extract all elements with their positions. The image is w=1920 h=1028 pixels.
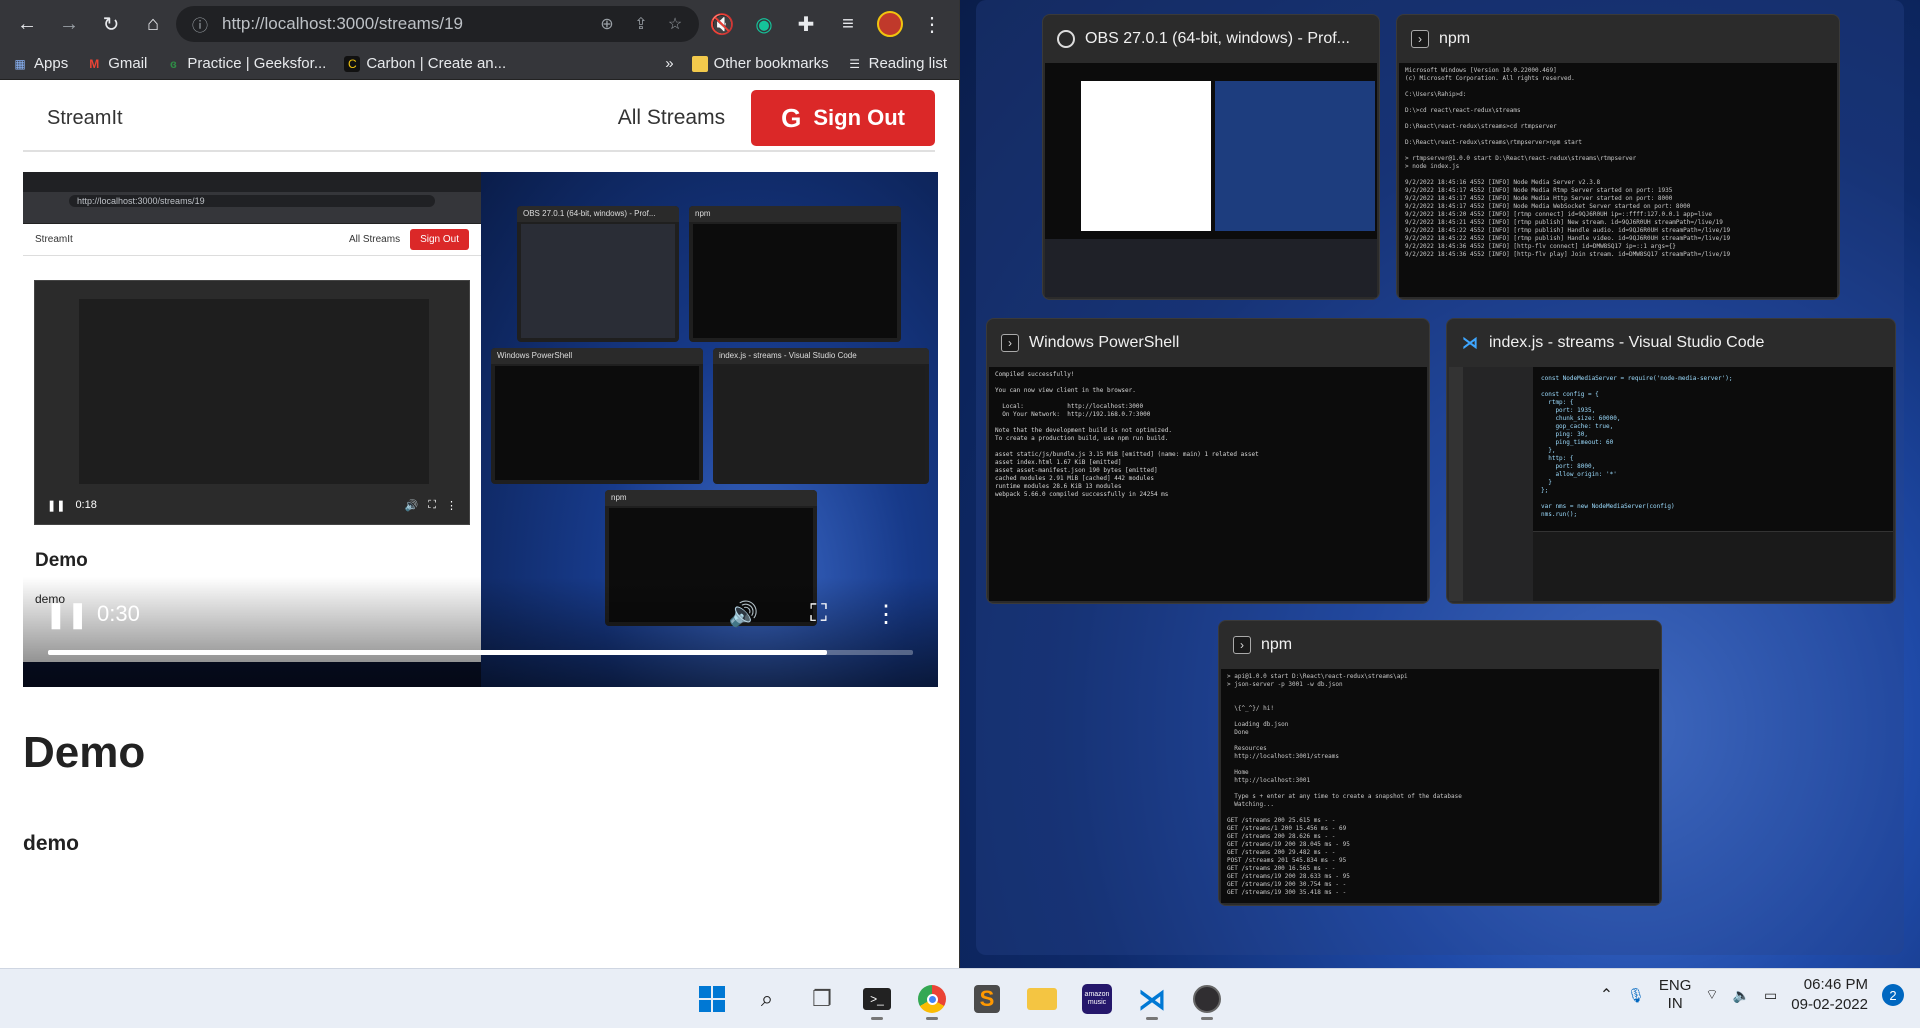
task-view-icon[interactable]: ❐	[800, 977, 844, 1021]
brand-link[interactable]: StreamIt	[23, 107, 123, 130]
sign-out-button[interactable]: G Sign Out	[751, 90, 935, 146]
window-title: index.js - streams - Visual Studio Code	[1489, 334, 1765, 351]
window-preview: const NodeMediaServer = require('node-me…	[1449, 367, 1893, 601]
all-streams-link[interactable]: All Streams	[618, 106, 725, 130]
pause-icon[interactable]: ❚❚	[45, 599, 89, 630]
system-tray: ⌃ 🎙 ENG IN ⌔ 🔈 ▭ 06:46 PM 09-02-2022 2	[1600, 975, 1904, 1015]
snap-window-npm[interactable]: › npm Microsoft Windows [Version 10.0.22…	[1396, 14, 1840, 300]
stream-title: Demo	[23, 728, 146, 777]
media-control-icon[interactable]: ≡	[829, 5, 867, 43]
bookmark-star-icon[interactable]: ☆	[663, 14, 687, 34]
code-editor: const NodeMediaServer = require('node-me…	[1541, 375, 1733, 518]
reading-list-icon: ☰	[849, 56, 860, 71]
terminal-output: Microsoft Windows [Version 10.0.22000.46…	[1405, 67, 1731, 258]
snap-window-npm-api[interactable]: › npm > api@1.0.0 start D:\React\react-r…	[1218, 620, 1662, 906]
more-options-icon[interactable]: ⋮	[856, 600, 916, 629]
page-content: StreamIt All Streams G Sign Out http://l…	[0, 80, 958, 968]
grammarly-extension-icon[interactable]: ◉	[745, 5, 783, 43]
microphone-icon[interactable]: 🎙	[1627, 987, 1645, 1004]
wifi-icon[interactable]: ⌔	[1705, 986, 1718, 1004]
mute-tab-icon[interactable]: 🔇	[703, 5, 741, 43]
video-progress-bar[interactable]	[48, 650, 913, 655]
share-icon[interactable]: ⇪	[629, 14, 653, 34]
speaker-icon[interactable]: 🔈	[1733, 987, 1750, 1004]
search-icon[interactable]: ⌕	[745, 977, 789, 1021]
fullscreen-icon[interactable]: ⛶	[781, 600, 856, 628]
window-title: npm	[1261, 636, 1293, 653]
terminal-output: Compiled successfully! You can now view …	[995, 371, 1259, 498]
bookmarks-overflow[interactable]: »	[665, 55, 673, 72]
video-controls: ❚❚ 0:30 🔊 ⛶ ⋮	[23, 584, 938, 644]
menu-kebab-icon[interactable]: ⋮	[913, 5, 951, 43]
address-bar[interactable]: ⓘ http://localhost:3000/streams/19 ⊕ ⇪ ☆	[176, 6, 699, 42]
file-explorer-icon[interactable]	[1020, 977, 1064, 1021]
current-time: 0:30	[97, 601, 140, 626]
window-preview: > api@1.0.0 start D:\React\react-redux\s…	[1221, 669, 1659, 903]
bookmark-carbon[interactable]: C Carbon | Create an...	[344, 55, 506, 72]
forward-icon[interactable]: →	[50, 5, 88, 43]
volume-icon[interactable]: 🔊	[706, 600, 781, 629]
window-preview: Compiled successfully! You can now view …	[989, 367, 1427, 601]
snap-window-obs[interactable]: OBS 27.0.1 (64-bit, windows) - Prof...	[1042, 14, 1380, 300]
obs-icon	[1057, 30, 1075, 48]
window-preview: Microsoft Windows [Version 10.0.22000.46…	[1399, 63, 1837, 297]
video-progress-fill	[48, 650, 827, 655]
google-icon: G	[781, 102, 802, 133]
terminal-icon: ›	[1411, 30, 1429, 48]
home-icon[interactable]: ⌂	[134, 5, 172, 43]
geeksforgeeks-icon: ɞ	[169, 56, 177, 71]
chevron-up-icon[interactable]: ⌃	[1600, 985, 1613, 1005]
carbon-icon: C	[344, 55, 361, 72]
amazon-music-icon[interactable]: amazon music	[1075, 977, 1119, 1021]
gmail-icon: M	[89, 56, 100, 71]
taskbar-apps: ⌕ ❐ >_ S amazon music ⋊	[690, 977, 1229, 1021]
other-bookmarks[interactable]: Other bookmarks	[691, 55, 829, 72]
folder-icon	[691, 55, 708, 72]
chrome-icon[interactable]	[910, 977, 954, 1021]
profile-avatar-icon[interactable]	[871, 5, 909, 43]
app-header: StreamIt All Streams G Sign Out	[23, 86, 935, 152]
terminal-icon[interactable]: >_	[855, 977, 899, 1021]
language-indicator[interactable]: ENG IN	[1659, 977, 1692, 1013]
reload-icon[interactable]: ↻	[92, 5, 130, 43]
window-title: OBS 27.0.1 (64-bit, windows) - Prof...	[1085, 30, 1350, 47]
window-title: Windows PowerShell	[1029, 334, 1180, 351]
bookmark-apps[interactable]: ▦ Apps	[12, 55, 68, 72]
video-player[interactable]: http://localhost:3000/streams/19 StreamI…	[23, 172, 938, 687]
bookmark-geeksforgeeks[interactable]: ɞ Practice | Geeksfor...	[165, 55, 326, 72]
terminal-icon: ›	[1001, 334, 1019, 352]
snap-window-powershell[interactable]: › Windows PowerShell Compiled successful…	[986, 318, 1430, 604]
vscode-icon[interactable]: ⋊	[1130, 977, 1174, 1021]
back-icon[interactable]: ←	[8, 5, 46, 43]
terminal-icon: ›	[1233, 636, 1251, 654]
browser-toolbar: ← → ↻ ⌂ ⓘ http://localhost:3000/streams/…	[0, 0, 959, 48]
extensions-icon[interactable]: ✚	[787, 5, 825, 43]
notification-badge[interactable]: 2	[1882, 984, 1904, 1006]
url-text: http://localhost:3000/streams/19	[222, 14, 463, 33]
clock[interactable]: 06:46 PM 09-02-2022	[1791, 975, 1868, 1015]
stream-description: demo	[23, 832, 80, 855]
bookmark-gmail[interactable]: M Gmail	[86, 55, 147, 72]
bookmarks-bar: ▦ Apps M Gmail ɞ Practice | Geeksfor... C Ca…	[0, 48, 959, 80]
browser-window: ← → ↻ ⌂ ⓘ http://localhost:3000/streams/…	[0, 0, 960, 968]
obs-icon[interactable]	[1185, 977, 1229, 1021]
apps-grid-icon: ▦	[14, 56, 26, 71]
window-preview	[1045, 63, 1377, 297]
battery-icon[interactable]: ▭	[1764, 987, 1777, 1004]
terminal-output: > api@1.0.0 start D:\React\react-redux\s…	[1227, 673, 1462, 896]
vscode-icon: ⋊	[1462, 335, 1478, 352]
zoom-icon[interactable]: ⊕	[595, 14, 619, 34]
reading-list[interactable]: ☰ Reading list	[847, 55, 947, 72]
sign-out-label: Sign Out	[813, 105, 905, 130]
taskbar: ⌕ ❐ >_ S amazon music ⋊ ⌃ 🎙 ENG IN ⌔ 🔈 ▭ …	[0, 968, 1920, 1028]
site-info-icon[interactable]: ⓘ	[188, 12, 212, 36]
snap-window-vscode[interactable]: ⋊ index.js - streams - Visual Studio Cod…	[1446, 318, 1896, 604]
window-title: npm	[1439, 30, 1471, 47]
sublime-text-icon[interactable]: S	[965, 977, 1009, 1021]
windows-start-icon[interactable]	[690, 977, 734, 1021]
